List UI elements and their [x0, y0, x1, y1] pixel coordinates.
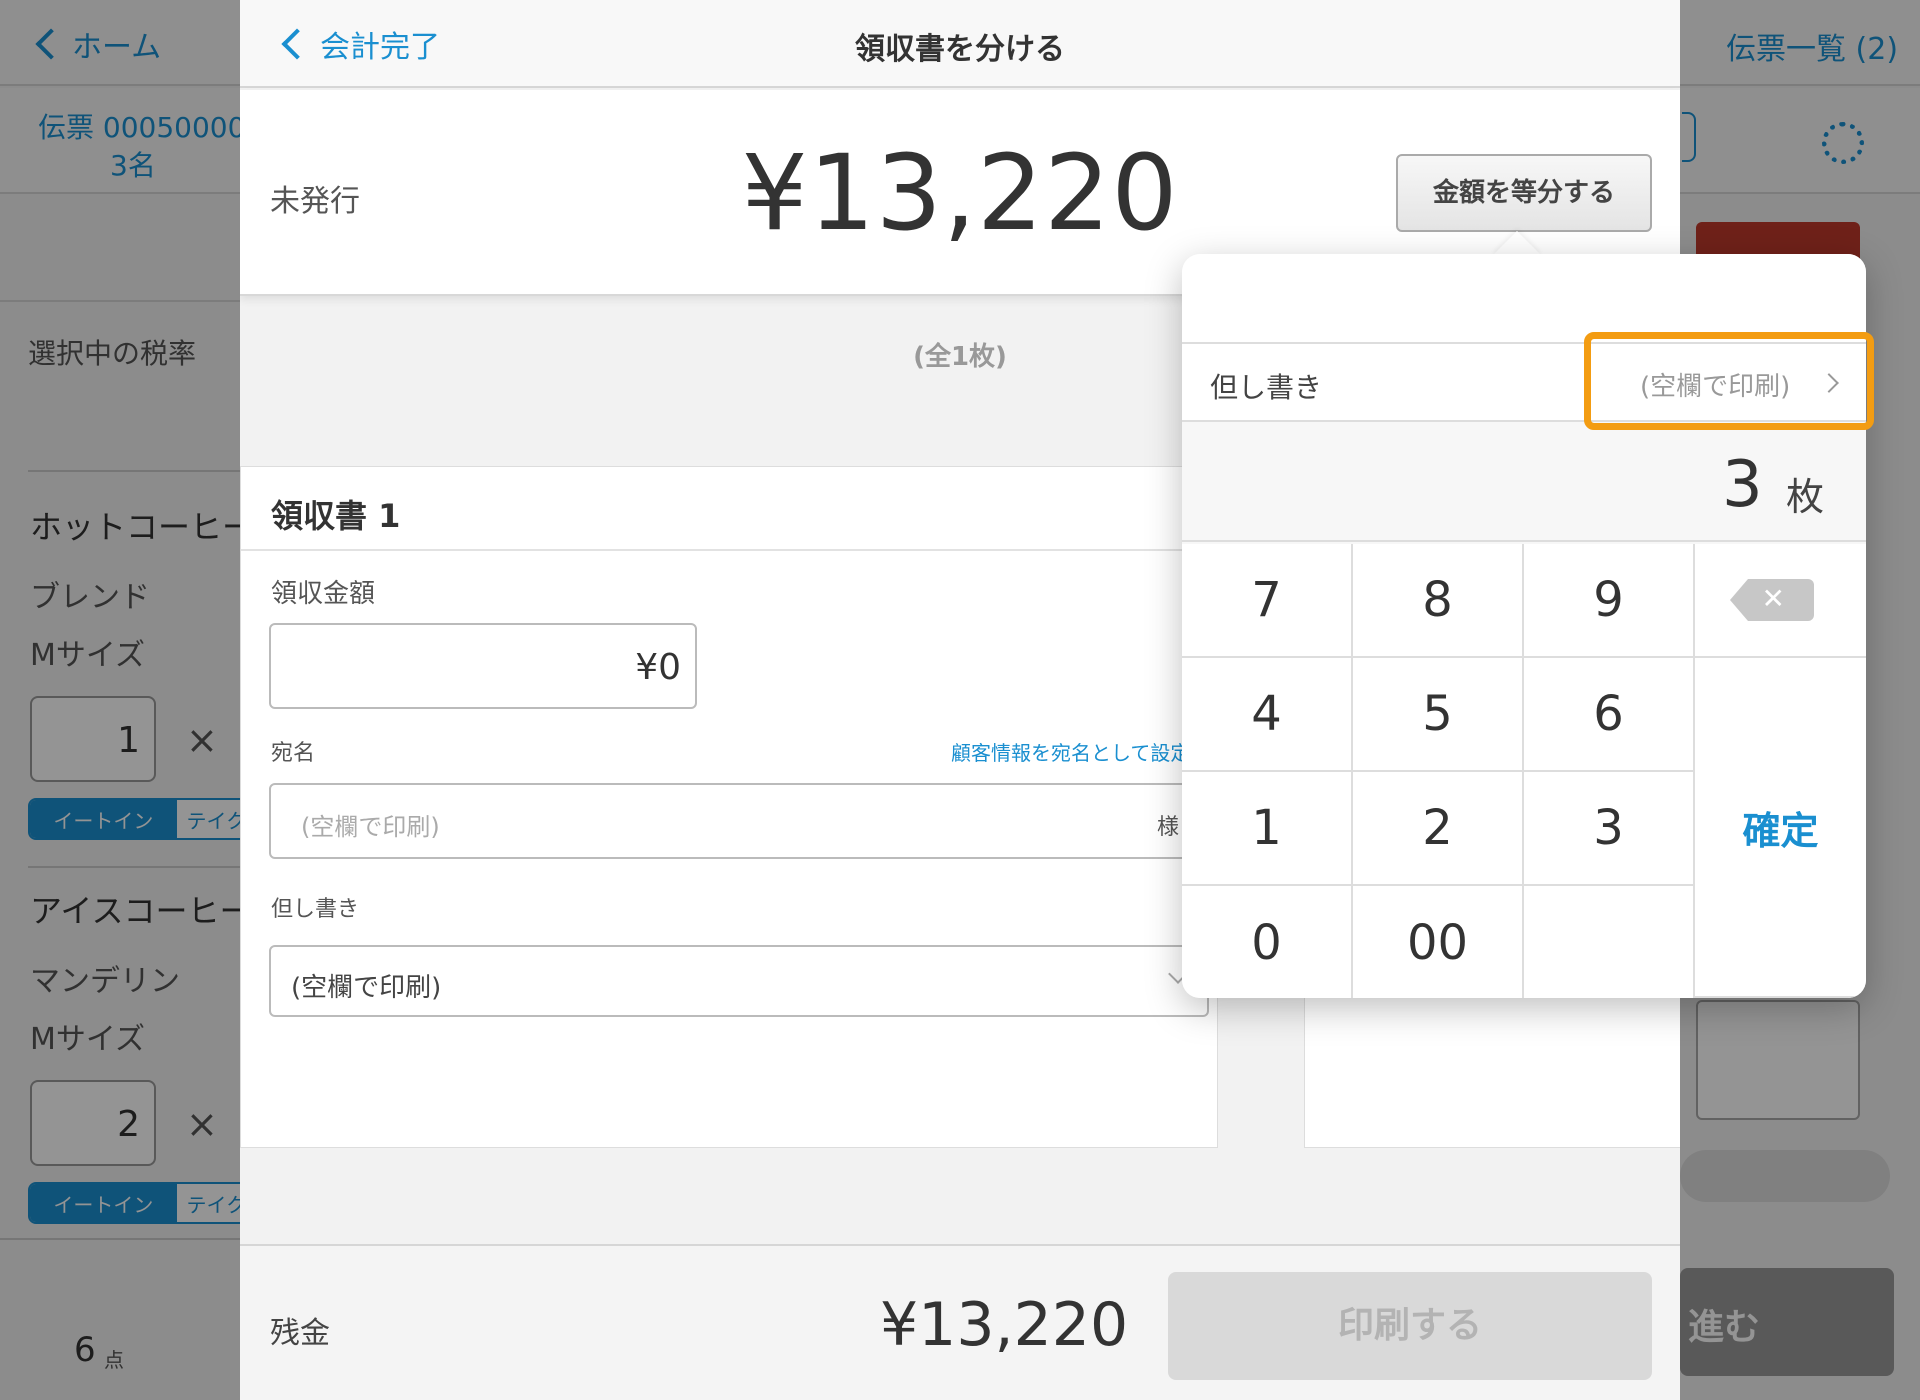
sheet-title: 領収書を分ける — [855, 32, 1065, 67]
key-8[interactable]: 8 — [1353, 544, 1524, 658]
key-4[interactable]: 4 — [1182, 658, 1353, 772]
receipt-title: 領収書 1 — [271, 497, 401, 535]
sheet-count-unit: 枚 — [1786, 475, 1825, 519]
popover-note-row[interactable]: 但し書き (空欄で印刷) — [1182, 344, 1866, 422]
note-label: 但し書き — [271, 897, 360, 922]
addressee-label: 宛名 — [271, 741, 316, 766]
amount-input[interactable]: ¥0 — [269, 623, 697, 709]
key-7[interactable]: 7 — [1182, 544, 1353, 658]
addressee-placeholder: (空欄で印刷) — [301, 813, 440, 841]
backspace-icon — [1729, 579, 1814, 621]
key-9[interactable]: 9 — [1524, 544, 1695, 658]
amount-label: 領収金額 — [271, 579, 376, 609]
sheet-count-value: 3 — [1722, 448, 1763, 522]
remaining-amount: ¥13,220 — [880, 1290, 1129, 1360]
set-customer-as-addressee-link[interactable]: 顧客情報を宛名として設定 — [951, 737, 1190, 766]
note-select[interactable]: (空欄で印刷) — [269, 945, 1209, 1017]
key-2[interactable]: 2 — [1353, 772, 1524, 886]
confirm-key[interactable]: 確定 — [1695, 658, 1866, 998]
key-00[interactable]: 00 — [1353, 886, 1524, 998]
divider — [241, 549, 1219, 551]
print-button[interactable]: 印刷する — [1168, 1272, 1652, 1380]
equal-split-popover: 但し書き (空欄で印刷) 3 枚 7 8 9 4 5 6 1 2 3 0 00 … — [1182, 254, 1866, 998]
key-3[interactable]: 3 — [1524, 772, 1695, 886]
key-1[interactable]: 1 — [1182, 772, 1353, 886]
addressee-input[interactable]: (空欄で印刷) 様 — [269, 783, 1239, 859]
sheet-footer: 残金 ¥13,220 印刷する — [240, 1244, 1680, 1400]
key-6[interactable]: 6 — [1524, 658, 1695, 772]
popover-note-label: 但し書き — [1210, 371, 1323, 404]
sheet-nav-bar: 会計完了 領収書を分ける — [240, 0, 1680, 88]
addressee-suffix: 様 — [1157, 815, 1180, 840]
popover-note-value[interactable]: (空欄で印刷) — [1640, 366, 1790, 403]
backspace-key[interactable] — [1695, 544, 1866, 658]
sheet-count-display: 3 枚 — [1182, 424, 1866, 542]
key-5[interactable]: 5 — [1353, 658, 1524, 772]
chevron-right-icon — [1819, 373, 1839, 393]
remaining-label: 残金 — [270, 1316, 330, 1351]
equal-split-button[interactable]: 金額を等分する — [1396, 154, 1652, 232]
key-0[interactable]: 0 — [1182, 886, 1353, 998]
key-empty — [1524, 886, 1695, 998]
note-select-value: (空欄で印刷) — [291, 973, 442, 1003]
numeric-keypad: 7 8 9 4 5 6 1 2 3 0 00 確定 — [1182, 544, 1866, 998]
receipt-card: 領収書 1 領収金額 ¥0 宛名 顧客情報を宛名として設定 (空欄で印刷) 様 … — [240, 466, 1239, 1148]
popover-header — [1182, 254, 1866, 344]
